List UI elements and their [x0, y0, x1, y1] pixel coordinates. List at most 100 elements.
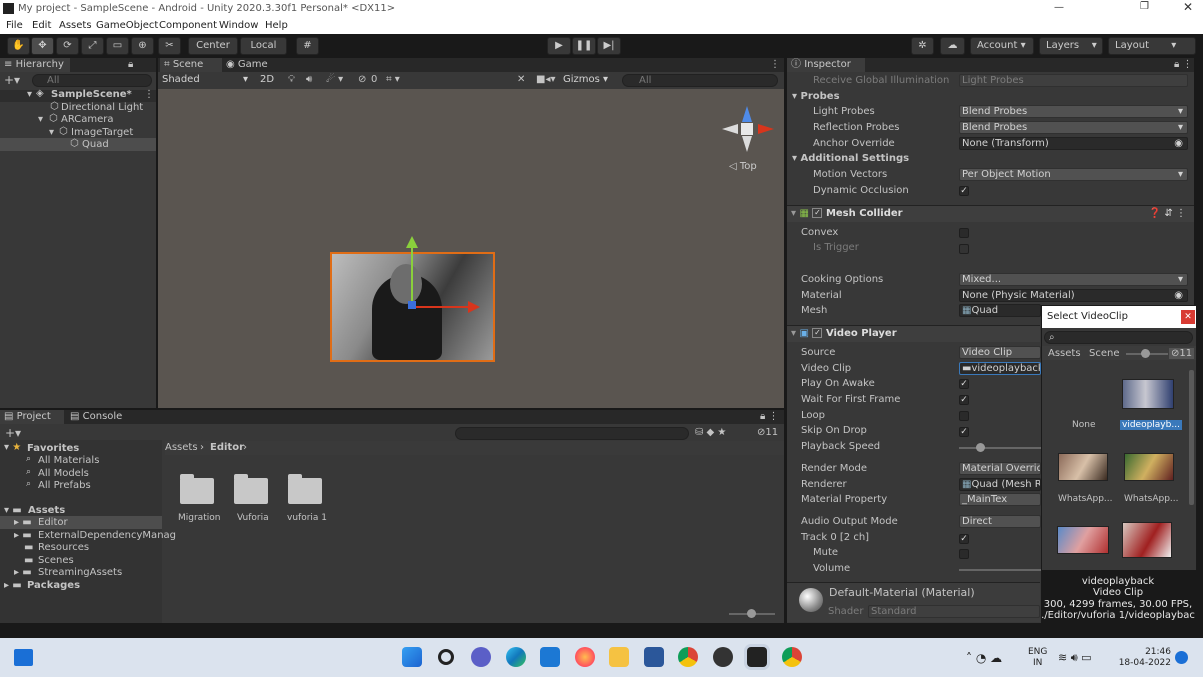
folder-vuforia-1[interactable]: vuforia 1 [287, 513, 327, 523]
additional-settings-header[interactable]: ▾ Additional Settings [792, 151, 909, 167]
project-create-button[interactable]: +▾ [5, 426, 21, 440]
file-explorer-icon[interactable] [609, 647, 629, 667]
select-size-handle[interactable] [1141, 349, 1150, 358]
grid-icon[interactable]: ⌗ ▾ [386, 74, 400, 85]
video-thumbnail[interactable] [1057, 526, 1109, 554]
renderer-field[interactable]: ▦Quad (Mesh Re [959, 478, 1041, 491]
select-item-videoplayback[interactable]: videoplayb... [1120, 420, 1182, 430]
component-menu-icons[interactable]: ❓ ⇵ ⋮ [1149, 206, 1186, 222]
rect-tool-button[interactable]: ▭ [106, 37, 129, 55]
playback-speed-handle[interactable] [976, 443, 985, 452]
select-item-whatsapp-2[interactable]: WhatsApp... [1124, 494, 1179, 504]
filter-icons[interactable]: ⛁ ◆ ★ [695, 427, 726, 438]
pivot-center-button[interactable]: Center [188, 37, 238, 55]
word-icon[interactable] [644, 647, 664, 667]
tools-icon[interactable]: ✕ [517, 74, 525, 85]
asset-folder-external[interactable]: ExternalDependencyManag [38, 530, 176, 541]
source-dropdown[interactable]: Video Clip [959, 346, 1041, 359]
asset-folder-scenes[interactable]: Scenes [38, 555, 74, 566]
favorites-header[interactable]: Favorites [27, 443, 79, 454]
material-property-dropdown[interactable]: _MainTex [959, 493, 1041, 506]
chrome-icon[interactable] [678, 647, 698, 667]
select-tab-assets[interactable]: Assets [1048, 348, 1081, 359]
gizmos-dropdown[interactable]: Gizmos ▾ [561, 74, 616, 87]
physic-material-field[interactable]: None (Physic Material) ◉ [959, 289, 1188, 302]
scene-menu-icon[interactable]: ⋮ [144, 89, 154, 100]
gizmo-axis-x[interactable] [758, 124, 774, 134]
gizmo-center-cube[interactable] [741, 123, 753, 135]
object-picker-icon[interactable]: ◉ [1174, 138, 1183, 149]
close-icon[interactable]: ✕ [1183, 0, 1193, 14]
folder-icon[interactable] [180, 474, 214, 504]
grid-snap-button[interactable]: # [296, 37, 319, 55]
menu-gameobject[interactable]: GameObject [96, 20, 158, 31]
packages-expand-icon[interactable]: ▸ ▬ [4, 580, 22, 591]
hand-tool-button[interactable]: ✋ [7, 37, 30, 55]
gizmo-axis-y[interactable] [742, 106, 752, 122]
panel-menu-icon[interactable]: 🔒︎ ⋮ [760, 411, 779, 422]
hierarchy-item-arcamera[interactable]: ARCamera [61, 114, 114, 125]
camera-icon[interactable]: ■◂▾ [536, 74, 556, 85]
inspector-lock-icon[interactable]: 🔒︎ ⋮ [1174, 59, 1193, 70]
pivot-local-button[interactable]: Local [240, 37, 287, 55]
hidden-objects-icon[interactable]: ⊘ [358, 74, 366, 85]
chat-icon[interactable] [471, 647, 491, 667]
folder-vuforia[interactable]: Vuforia [237, 513, 269, 523]
pause-button[interactable]: ❚❚ [572, 37, 596, 55]
move-gizmo-x-arrow[interactable] [468, 301, 480, 313]
wait-first-frame-checkbox[interactable]: ✓ [959, 395, 969, 405]
tab-game[interactable]: ◉ Game [222, 58, 282, 72]
hierarchy-search-input[interactable]: All [32, 74, 152, 87]
convex-checkbox[interactable] [959, 228, 969, 238]
language-indicator[interactable]: ENG IN [1028, 647, 1047, 669]
gizmo-axis-neg-y[interactable] [742, 136, 752, 152]
menu-assets[interactable]: Assets [59, 20, 92, 31]
hidden-packages-icon[interactable]: ⊘11 [757, 427, 778, 438]
unity-editor-icon[interactable] [747, 647, 767, 667]
video-thumbnail[interactable] [1124, 453, 1174, 481]
view-label[interactable]: ◁ Top [729, 161, 757, 172]
scale-tool-button[interactable]: ⤢ [81, 37, 104, 55]
system-tray-icons[interactable]: ˄ ◔ ☁ [966, 651, 1002, 665]
motion-vectors-dropdown[interactable]: Per Object Motion ▾ [959, 168, 1188, 181]
shader-dropdown[interactable]: Standard [868, 605, 1040, 618]
mail-icon[interactable] [540, 647, 560, 667]
folder-icon[interactable] [234, 474, 268, 504]
breadcrumb-editor[interactable]: Editor [210, 441, 244, 455]
move-tool-button[interactable]: ✥ [31, 37, 54, 55]
video-player-header[interactable]: ▾ ▣ ✓ Video Player [787, 325, 1040, 342]
notification-icon[interactable] [1175, 651, 1188, 664]
cloud-icon[interactable]: ☁ [940, 37, 965, 55]
cooking-options-dropdown[interactable]: Mixed... ▾ [959, 273, 1188, 286]
track-checkbox[interactable]: ✓ [959, 534, 969, 544]
tab-inspector[interactable]: ⓘ Inspector [787, 58, 865, 72]
loop-checkbox[interactable] [959, 411, 969, 421]
play-button[interactable]: ▶ [547, 37, 571, 55]
chrome-icon[interactable] [782, 647, 802, 667]
fav-all-prefabs[interactable]: All Prefabs [38, 480, 91, 491]
light-probes-dropdown[interactable]: Blend Probes ▾ [959, 105, 1188, 118]
video-clip-field[interactable]: ▬videoplayback [959, 362, 1041, 375]
packages-header[interactable]: Packages [27, 580, 80, 591]
move-gizmo-x[interactable] [412, 306, 468, 308]
close-icon[interactable]: ✕ [1181, 310, 1195, 324]
scene-menu-icon[interactable]: ⋮ [770, 59, 780, 70]
hierarchy-item-quad[interactable]: Quad [82, 139, 109, 150]
dynamic-occlusion-checkbox[interactable]: ✓ [959, 186, 969, 196]
layers-dropdown[interactable]: Layers ▾ [1039, 37, 1103, 55]
object-picker-icon[interactable]: ◉ [1174, 290, 1183, 301]
lighting-icon[interactable]: 💡︎ [288, 74, 295, 85]
tab-scene[interactable]: ⌗ Scene [160, 58, 222, 72]
custom-tool-button[interactable]: ✂ [158, 37, 181, 55]
fav-all-materials[interactable]: All Materials [38, 455, 99, 466]
shading-dropdown[interactable]: Shaded ▾ [160, 74, 252, 87]
hierarchy-item-imagetarget[interactable]: ImageTarget [71, 127, 133, 138]
clock[interactable]: 21:46 18-04-2022 [1117, 647, 1171, 669]
zoom-slider-handle[interactable] [747, 609, 756, 618]
unity-hub-icon[interactable] [713, 647, 733, 667]
account-dropdown[interactable]: Account ▾ [970, 37, 1034, 55]
breadcrumb-assets[interactable]: Assets [165, 441, 198, 455]
video-thumbnail[interactable] [1122, 379, 1174, 409]
menu-edit[interactable]: Edit [32, 20, 51, 31]
rotate-tool-button[interactable]: ⟳ [56, 37, 79, 55]
